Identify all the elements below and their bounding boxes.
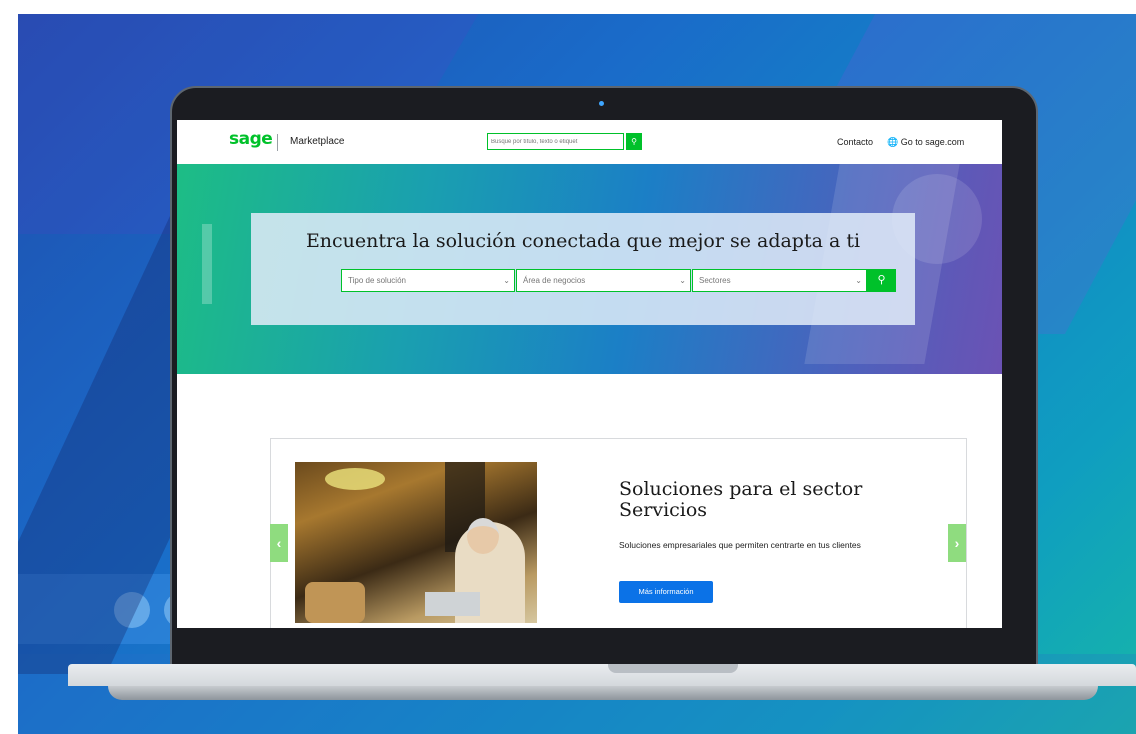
business-area-label: Área de negocios [523,276,586,285]
laptop-screen: sage Marketplace ⚲ Contacto 🌐 Go to sage… [177,120,1002,628]
solution-type-label: Tipo de solución [348,276,406,285]
carousel-prev-button[interactable]: ‹ [270,524,288,562]
cafe-photo [295,462,537,623]
carousel-next-button[interactable]: › [948,524,966,562]
marketplace-label: Marketplace [290,136,345,147]
photo-detail [425,592,480,616]
carousel-description: Soluciones empresariales que permiten ce… [619,540,861,550]
search-panel: Encuentra la solución conectada que mejo… [251,213,915,325]
background-graphic: sage Marketplace ⚲ Contacto 🌐 Go to sage… [18,14,1136,734]
search-input[interactable] [487,133,624,150]
photo-detail [325,468,385,490]
laptop-base-bottom [108,686,1098,700]
go-to-sage-link[interactable]: 🌐 Go to sage.com [887,137,964,148]
laptop-base [68,664,1136,686]
filter-search-button[interactable]: ⚲ [867,269,896,292]
contact-link[interactable]: Contacto [837,137,873,147]
search-icon: ⚲ [877,274,886,286]
logo-divider [277,134,278,151]
globe-icon: 🌐 [887,137,899,147]
business-area-select[interactable]: Área de negocios ⌄ [516,269,691,292]
sage-logo[interactable]: sage [229,129,273,149]
more-info-button[interactable]: Más información [619,581,713,603]
sectors-select[interactable]: Sectores ⌄ [692,269,867,292]
go-to-sage-label: Go to sage.com [900,137,965,147]
top-navigation: sage Marketplace ⚲ Contacto 🌐 Go to sage… [177,120,1002,164]
chevron-down-icon: ⌄ [503,276,510,285]
photo-detail [467,518,499,554]
photo-detail [305,582,365,623]
chevron-down-icon: ⌄ [679,276,686,285]
chevron-down-icon: ⌄ [855,276,862,285]
hero-banner: Encuentra la solución conectada que mejo… [177,164,1002,374]
hero-decoration [202,224,212,304]
search-button[interactable]: ⚲ [626,133,642,150]
carousel-card: Soluciones para el sector Servicios Solu… [270,438,967,628]
sectors-label: Sectores [699,276,731,285]
search-icon: ⚲ [631,137,637,146]
solution-type-select[interactable]: Tipo de solución ⌄ [341,269,515,292]
hero-title: Encuentra la solución conectada que mejo… [305,230,861,252]
camera-icon [599,101,604,106]
carousel-title: Soluciones para el sector Servicios [619,478,863,521]
laptop-notch [608,664,738,673]
